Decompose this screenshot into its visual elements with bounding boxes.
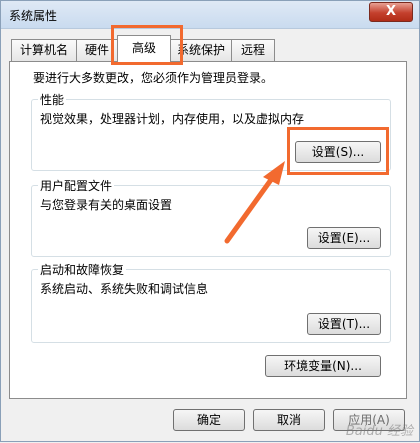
baidu-watermark: Baidu 经验 <box>345 424 413 439</box>
annotation-arrow-icon <box>224 161 285 244</box>
system-properties-window: 系统属性 X 计算机名 硬件 高级 系统保护 远程 要进行大多数更改，您必须作为… <box>0 0 420 442</box>
